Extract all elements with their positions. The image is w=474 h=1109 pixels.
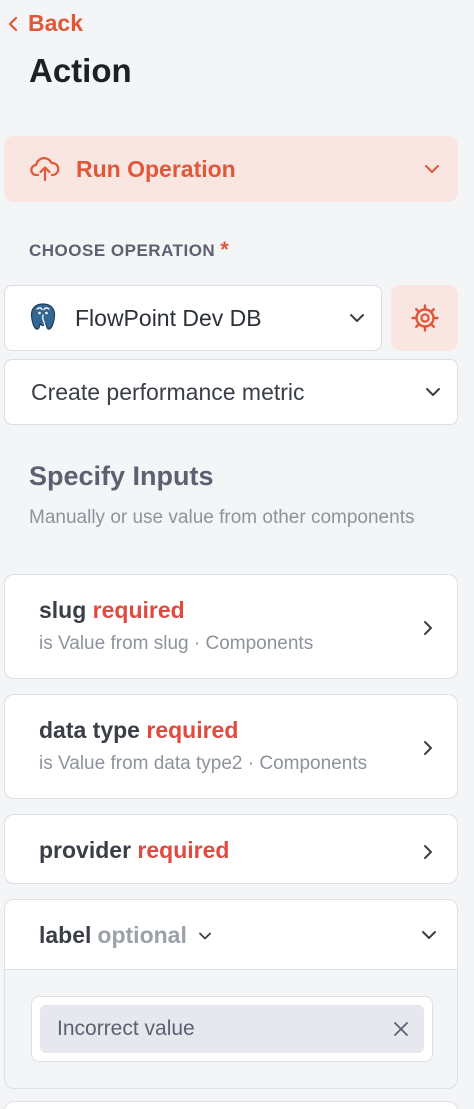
required-badge: required <box>92 597 185 623</box>
gear-icon <box>410 304 439 332</box>
label-input-header[interactable]: label optional <box>5 900 457 970</box>
input-name-text: provider <box>39 837 132 863</box>
input-description: is Value from slug · Components <box>39 633 314 654</box>
datasource-select[interactable]: FlowPoint Dev DB <box>4 285 382 351</box>
page-title: Action <box>29 52 132 89</box>
cloud-upload-icon <box>30 157 60 182</box>
operation-value: Create performance metric <box>31 378 305 405</box>
close-icon[interactable] <box>392 1020 410 1038</box>
input-card-provider[interactable]: provider required <box>4 814 458 884</box>
chevron-down-icon <box>198 932 211 939</box>
chevron-down-icon <box>350 314 364 322</box>
run-operation-toggle[interactable]: Run Operation <box>4 136 458 202</box>
input-name-text: slug <box>39 597 87 623</box>
input-name: label optional <box>39 922 213 949</box>
chevron-left-icon <box>8 16 18 31</box>
input-card-slug[interactable]: slug required is Value from slug · Compo… <box>4 574 458 679</box>
specify-inputs-title: Specify Inputs <box>29 461 214 491</box>
chevron-right-icon <box>424 621 432 635</box>
operation-select[interactable]: Create performance metric <box>4 359 458 425</box>
choose-operation-text: CHOOSE OPERATION <box>29 241 216 260</box>
run-operation-label: Run Operation <box>76 155 236 182</box>
action-panel: Back Action Run Operation CHOOSE OPERATI… <box>0 0 474 1109</box>
chevron-down-icon <box>422 931 436 939</box>
chevron-down-icon <box>426 388 440 396</box>
input-card-data-type[interactable]: data type required is Value from data ty… <box>4 694 458 799</box>
datasource-settings-button[interactable] <box>391 285 458 351</box>
datasource-value: FlowPoint Dev DB <box>75 304 262 331</box>
back-link[interactable]: Back <box>6 10 83 37</box>
input-name: slug required <box>39 597 185 624</box>
label-value: Incorrect value <box>57 1017 195 1040</box>
chevron-right-icon <box>424 845 432 859</box>
input-card-label: label optional Incorrect value <box>4 899 458 1089</box>
required-badge: required <box>137 837 230 863</box>
specify-inputs-subtitle: Manually or use value from other compone… <box>29 507 415 528</box>
choose-operation-label: CHOOSE OPERATION * <box>29 237 229 267</box>
input-name-text: label <box>39 922 92 948</box>
required-asterisk: * <box>220 237 230 262</box>
chevron-right-icon <box>424 741 432 755</box>
next-input-card[interactable] <box>4 1101 458 1109</box>
back-label: Back <box>28 10 83 36</box>
label-value-field[interactable]: Incorrect value <box>31 996 433 1062</box>
chevron-down-icon <box>425 165 439 173</box>
required-badge: required <box>146 717 239 743</box>
input-name: data type required <box>39 717 238 744</box>
optional-badge: optional <box>97 922 187 948</box>
input-name-text: data type <box>39 717 140 743</box>
input-name: provider required <box>39 837 229 864</box>
value-chip: Incorrect value <box>40 1005 424 1053</box>
input-description: is Value from data type2 · Components <box>39 753 368 774</box>
postgresql-icon <box>30 303 56 333</box>
